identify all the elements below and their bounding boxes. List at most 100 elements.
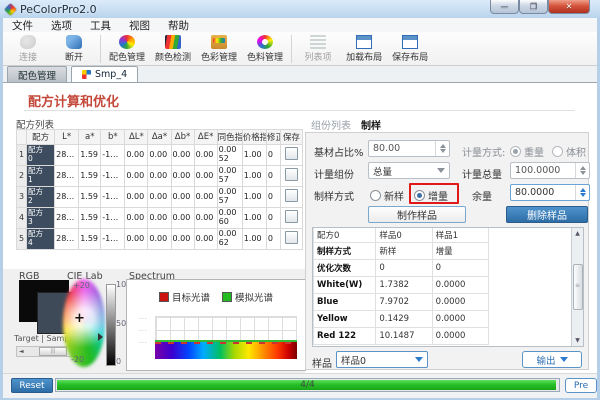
formula-name[interactable]: 配方3	[27, 208, 55, 229]
tab-make-sample[interactable]: 制样	[361, 117, 381, 132]
formula-col-header[interactable]: 保存	[280, 130, 302, 145]
toolbar-button-load-layout[interactable]: 加载布局	[341, 33, 387, 65]
sample-col-header[interactable]: 配方0	[314, 228, 376, 243]
sample-table-scrollbar[interactable]: ▲ ≡ ▼	[571, 228, 583, 346]
formula-col-header[interactable]: Δb*	[171, 130, 194, 145]
save-checkbox[interactable]	[285, 147, 298, 160]
formula-name[interactable]: 配方1	[27, 166, 55, 187]
lightness-bar[interactable]	[106, 284, 116, 366]
toolbar-button-color-detect[interactable]: 颜色检测	[150, 33, 196, 65]
sample-row[interactable]: 优化次数00	[314, 260, 489, 277]
formula-name[interactable]: 配方4	[27, 229, 55, 250]
toolbar-button-save-layout[interactable]: 保存布局	[387, 33, 433, 65]
output-button[interactable]: 输出	[522, 351, 582, 368]
lightness-0-label: 0	[116, 357, 121, 366]
spectrum-ytick: ···	[139, 328, 148, 335]
doc-tab-label: 配色管理	[18, 68, 56, 82]
app-window: { "window": { "title": "PeColorPro2.0", …	[0, 0, 600, 400]
tab-component-list[interactable]: 组份列表	[311, 117, 351, 132]
formula-row[interactable]: 5配方428…1.59-1…0.000.000.000.000.00621.00…	[17, 229, 303, 250]
menu-item-选项[interactable]: 选项	[42, 18, 81, 33]
minimize-button[interactable]: —	[490, 0, 519, 14]
weight-radio[interactable]: 重量	[510, 144, 544, 159]
new-sample-radio[interactable]: 新样	[370, 188, 404, 203]
delete-sample-button[interactable]: 删除样品	[506, 206, 588, 223]
close-button[interactable]: ✕	[548, 0, 590, 14]
toolbar-button-label: 颜色检测	[155, 50, 191, 63]
formula-name[interactable]: 配方0	[27, 145, 55, 166]
toolbar-button-color-match[interactable]: 配色管理	[104, 33, 150, 65]
sample-row[interactable]: Yellow0.14290.0000	[314, 311, 489, 328]
spinner-arrows-icon[interactable]	[575, 185, 589, 200]
scroll-thumb[interactable]: |||	[39, 347, 67, 356]
spinner-arrows-icon[interactable]	[435, 141, 449, 156]
formula-col-header[interactable]: L*	[55, 130, 79, 145]
menu-item-帮助[interactable]: 帮助	[159, 18, 198, 33]
formula-col-header[interactable]: Δa*	[148, 130, 171, 145]
measure-comp-dropdown[interactable]: 总量	[368, 162, 450, 179]
scroll-thumb[interactable]: ≡	[573, 264, 583, 310]
menu-item-工具[interactable]: 工具	[81, 18, 120, 33]
save-checkbox[interactable]	[285, 189, 298, 202]
sample-row[interactable]: White(W)1.73820.0000	[314, 277, 489, 294]
title-bar: PeColorPro2.0 — ❐ ✕	[0, 0, 600, 18]
sample-col-header[interactable]: 样品1	[432, 228, 488, 243]
menu-item-文件[interactable]: 文件	[3, 18, 42, 33]
formula-col-header[interactable]: 修正次	[266, 130, 280, 145]
formula-cell: 0	[266, 166, 280, 187]
toolbar-button-label: 保存布局	[392, 50, 428, 63]
toolbar-button-colorant-manage[interactable]: 色料管理	[242, 33, 288, 65]
spinner-arrows-icon[interactable]	[575, 163, 589, 178]
bottom-bar: Reset 4/4 Pre	[3, 373, 597, 398]
formula-cell: 0.00	[194, 166, 217, 187]
formula-row[interactable]: 1配方028…1.59-1…0.000.000.000.000.00521.00…	[17, 145, 303, 166]
sample-row[interactable]: Blue7.97020.0000	[314, 294, 489, 311]
formula-col-header[interactable]: 价格指	[242, 130, 266, 145]
increment-radio[interactable]: 增量	[414, 188, 448, 203]
formula-col-header[interactable]: ΔE*	[194, 130, 217, 145]
radio-icon[interactable]	[370, 190, 381, 201]
formula-cell: 0.00	[171, 145, 194, 166]
scroll-up-icon[interactable]: ▲	[575, 228, 580, 239]
menu-item-视图[interactable]: 视图	[120, 18, 159, 33]
sample-table: 配方0样品0样品1制样方式新样增量优化次数00White(W)1.73820.0…	[313, 228, 489, 345]
save-checkbox[interactable]	[285, 210, 298, 223]
scroll-down-icon[interactable]: ▼	[575, 335, 580, 346]
toolbar-button-disconnect[interactable]: 断开	[51, 33, 97, 65]
sample-row[interactable]: Red 12210.14870.0000	[314, 328, 489, 345]
formula-row[interactable]: 3配方228…1.59-1…0.000.000.000.000.00571.00…	[17, 187, 303, 208]
sample-col-header[interactable]: 样品0	[376, 228, 432, 243]
pre-button[interactable]: Pre	[565, 378, 597, 393]
save-checkbox[interactable]	[285, 168, 298, 181]
doc-tab-Smp_4[interactable]: Smp_4	[71, 66, 138, 82]
formula-col-header[interactable]	[17, 130, 27, 145]
make-sample-button[interactable]: 制作样品	[368, 206, 466, 223]
measure-total-spinner[interactable]: 100.0000	[510, 162, 590, 179]
radio-icon[interactable]	[510, 146, 521, 157]
radio-icon[interactable]	[552, 146, 563, 157]
formula-row[interactable]: 4配方328…1.59-1…0.000.000.000.000.00601.00…	[17, 208, 303, 229]
remain-label: 余量	[472, 188, 492, 203]
toolbar-button-color-manage[interactable]: 色彩管理	[196, 33, 242, 65]
formula-cell: 1.00	[242, 229, 266, 250]
progress-bar: 4/4	[55, 378, 560, 392]
reset-button[interactable]: Reset	[11, 378, 53, 393]
formula-row[interactable]: 2配方128…1.59-1…0.000.000.000.000.00571.00…	[17, 166, 303, 187]
formula-col-header[interactable]: ΔL*	[125, 130, 148, 145]
radio-icon[interactable]	[414, 190, 425, 201]
sample-select-dropdown[interactable]: 样品0	[336, 351, 428, 368]
volume-radio[interactable]: 体积	[552, 144, 586, 159]
base-ratio-spinner[interactable]: 80.00	[368, 140, 450, 157]
formula-name[interactable]: 配方2	[27, 187, 55, 208]
formula-col-header[interactable]: 同色指	[217, 130, 242, 145]
remain-spinner[interactable]: 80.0000	[510, 184, 590, 201]
doc-tab-配色管理[interactable]: 配色管理	[7, 66, 67, 82]
formula-col-header[interactable]: b*	[101, 130, 125, 145]
scroll-left-icon[interactable]: ◄	[17, 348, 26, 355]
sample-row[interactable]: 制样方式新样增量	[314, 243, 489, 260]
save-checkbox[interactable]	[285, 231, 298, 244]
maximize-button[interactable]: ❐	[519, 0, 548, 14]
formula-cell: 0.00	[125, 208, 148, 229]
formula-col-header[interactable]: 配方	[27, 130, 55, 145]
formula-col-header[interactable]: a*	[79, 130, 101, 145]
